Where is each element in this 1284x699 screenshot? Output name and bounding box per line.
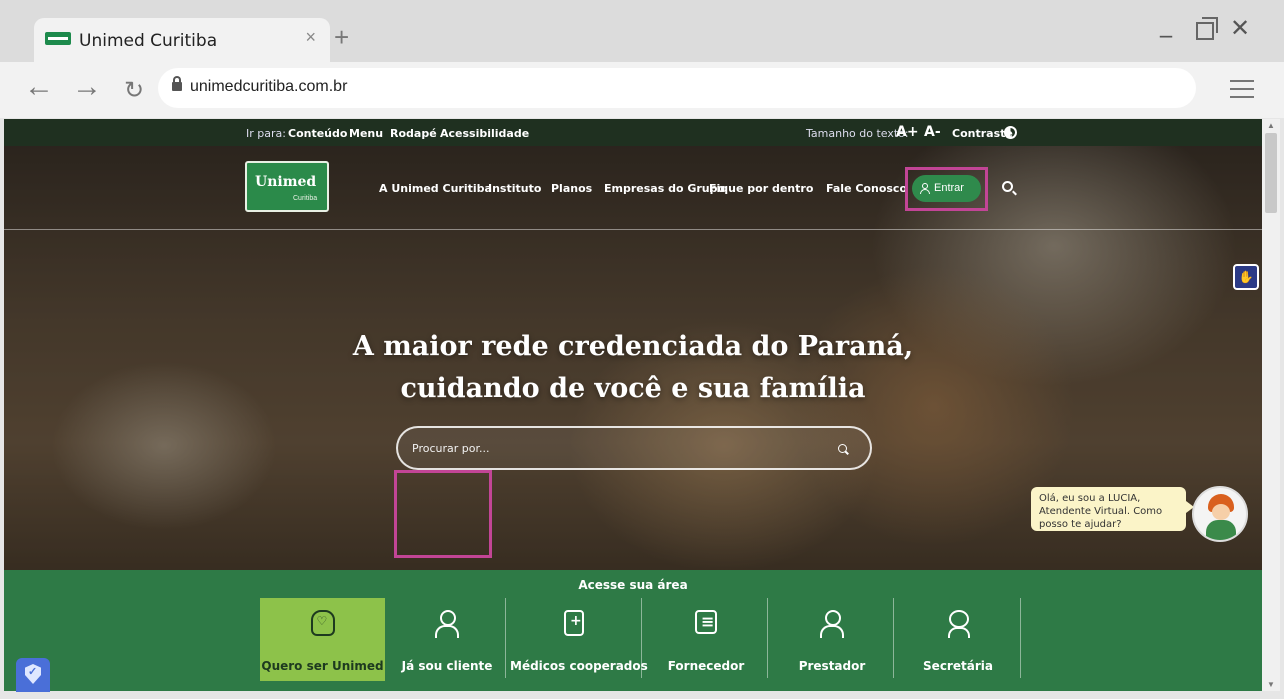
card-secretaria[interactable]: Secretária xyxy=(896,598,1020,681)
skip-link-content[interactable]: Conteúdo xyxy=(288,127,347,140)
search-icon[interactable] xyxy=(1002,181,1013,192)
browser-tab[interactable]: Unimed Curitiba × xyxy=(34,18,330,62)
browser-nav-bar: ← → ↻ unimedcuritiba.com.br xyxy=(0,62,1284,118)
headline-line-1: A maior rede credenciada do Paraná, xyxy=(352,331,914,362)
close-window-button[interactable]: ✕ xyxy=(1230,16,1250,40)
avatar-body xyxy=(1206,520,1236,540)
card-medicos-cooperados[interactable]: Médicos cooperados xyxy=(510,598,648,681)
scrollbar[interactable]: ▲ ▼ xyxy=(1262,119,1280,691)
reload-icon[interactable]: ↻ xyxy=(124,76,144,106)
scroll-up-arrow-icon[interactable]: ▲ xyxy=(1267,121,1275,130)
nav-fale-conosco[interactable]: Fale Conosco xyxy=(826,182,907,195)
unimed-logo[interactable]: Unimed Curitiba xyxy=(245,161,329,212)
card-prestador[interactable]: Prestador xyxy=(770,598,894,681)
logo-text: Unimed xyxy=(255,174,317,190)
minimize-button[interactable]: _ xyxy=(1160,12,1172,36)
nav-fique-por-dentro[interactable]: Fique por dentro xyxy=(709,182,813,195)
skip-link-footer[interactable]: Rodapé xyxy=(390,127,437,140)
logo-subtitle: Curitiba xyxy=(293,195,318,202)
tab-title: Unimed Curitiba xyxy=(79,31,218,51)
contrast-icon[interactable] xyxy=(1004,126,1017,139)
forward-arrow-icon[interactable]: → xyxy=(72,72,102,102)
card-divider xyxy=(1020,598,1021,678)
card-label: Prestador xyxy=(798,659,866,673)
headset-icon xyxy=(946,610,970,638)
goto-label: Ir para: xyxy=(246,127,286,140)
text-size-label: Tamanho do texto: xyxy=(806,127,909,140)
card-label: Médicos cooperados xyxy=(510,659,648,673)
nav-a-unimed-curitiba[interactable]: A Unimed Curitiba xyxy=(379,182,492,195)
login-label: Entrar xyxy=(934,182,964,194)
scroll-thumb[interactable] xyxy=(1265,133,1277,213)
virtual-assistant-avatar[interactable] xyxy=(1192,486,1248,542)
accessibility-bar: Ir para: Conteúdo Menu Rodapé Acessibili… xyxy=(4,119,1262,146)
people-icon xyxy=(820,610,844,638)
tab-close-icon[interactable]: × xyxy=(305,27,316,48)
chat-greeting[interactable]: Olá, eu sou a LUCIA, Atendente Virtual. … xyxy=(1031,487,1194,531)
sign-language-icon[interactable]: ✋ xyxy=(1233,264,1259,290)
card-divider xyxy=(505,598,506,678)
card-divider xyxy=(767,598,768,678)
nav-instituto[interactable]: Instituto xyxy=(488,182,541,195)
scroll-down-arrow-icon[interactable]: ▼ xyxy=(1267,680,1275,689)
doctor-icon xyxy=(564,610,584,636)
nav-planos[interactable]: Planos xyxy=(551,182,592,195)
browser-tab-bar: Unimed Curitiba × + _ ✕ xyxy=(0,0,1284,62)
card-label: Já sou cliente xyxy=(401,659,493,673)
nav-empresas-do-grupo[interactable]: Empresas do Grupo xyxy=(604,182,725,195)
person-lock-icon xyxy=(435,610,459,638)
card-label: Fornecedor xyxy=(667,659,745,673)
page-viewport: Ir para: Conteúdo Menu Rodapé Acessibili… xyxy=(4,119,1262,691)
hero-headline: A maior rede credenciada do Paraná, cuid… xyxy=(4,326,1262,410)
user-icon xyxy=(920,183,930,194)
maximize-button[interactable] xyxy=(1196,17,1218,40)
decrease-text-button[interactable]: A- xyxy=(924,124,941,140)
increase-text-button[interactable]: A+ xyxy=(896,124,919,140)
card-quero-ser-unimed[interactable]: Quero ser Unimed xyxy=(260,598,385,681)
login-button[interactable]: Entrar xyxy=(912,175,981,202)
card-fornecedor[interactable]: Fornecedor xyxy=(644,598,768,681)
card-label: Secretária xyxy=(923,659,993,673)
card-divider xyxy=(893,598,894,678)
lock-icon xyxy=(172,76,182,91)
access-area: Acesse sua área Quero ser Unimed Já sou … xyxy=(4,570,1262,691)
browser-menu-icon[interactable] xyxy=(1230,80,1254,98)
skip-link-accessibility[interactable]: Acessibilidade xyxy=(440,127,529,140)
card-divider xyxy=(641,598,642,678)
unimed-favicon-icon xyxy=(45,32,71,45)
headline-line-2: cuidando de você e sua família xyxy=(400,373,866,404)
new-tab-button[interactable]: + xyxy=(334,24,349,50)
card-label: Quero ser Unimed xyxy=(261,659,384,673)
client-card-highlight xyxy=(394,470,492,558)
url-text[interactable]: unimedcuritiba.com.br xyxy=(190,78,347,96)
document-icon xyxy=(695,610,717,634)
avatar-face xyxy=(1212,504,1230,520)
shield-icon[interactable] xyxy=(16,658,50,692)
hero-search-box[interactable] xyxy=(396,426,872,470)
access-title: Acesse sua área xyxy=(578,578,688,592)
header-divider xyxy=(4,229,1262,230)
back-arrow-icon[interactable]: ← xyxy=(24,72,54,102)
search-input[interactable] xyxy=(412,439,812,457)
address-bar[interactable]: unimedcuritiba.com.br xyxy=(158,68,1196,108)
house-heart-icon xyxy=(310,610,335,636)
search-submit-icon[interactable] xyxy=(838,444,847,453)
skip-link-menu[interactable]: Menu xyxy=(349,127,383,140)
card-ja-sou-cliente[interactable]: Já sou cliente xyxy=(396,598,498,681)
